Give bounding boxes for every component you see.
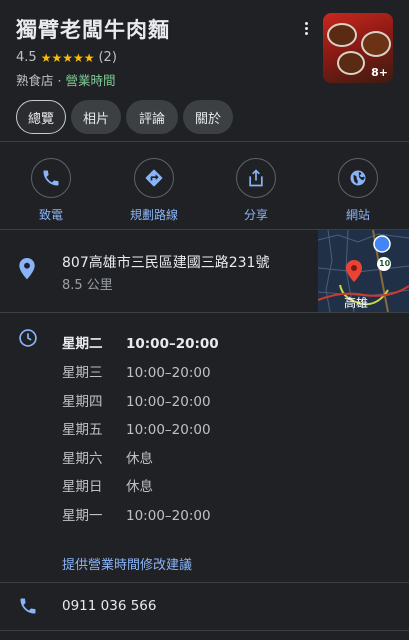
divider <box>0 141 409 142</box>
hours-time: 10:00–20:00 <box>126 336 219 352</box>
hours-row-mon: 星期一 10:00–20:00 <box>62 504 211 524</box>
place-photo-thumbnail[interactable]: 8+ <box>323 13 393 83</box>
share-label: 分享 <box>243 208 268 222</box>
hours-time: 10:00–20:00 <box>126 394 211 410</box>
phone-icon <box>18 596 38 620</box>
hours-time: 休息 <box>126 479 153 495</box>
hours-day: 星期六 <box>62 451 103 467</box>
hours-time: 休息 <box>126 451 153 467</box>
directions-icon <box>134 158 174 198</box>
phone-icon <box>31 158 71 198</box>
hours-row-fri: 星期五 10:00–20:00 <box>62 418 211 438</box>
hours-day: 星期三 <box>62 365 103 381</box>
hours-row-sat: 星期六 休息 <box>62 447 153 467</box>
category-separator: · <box>53 73 66 88</box>
clock-icon <box>18 328 38 352</box>
tab-about[interactable]: 關於 <box>183 100 233 134</box>
divider <box>0 312 409 313</box>
globe-icon <box>338 158 378 198</box>
address-section[interactable]: 807高雄市三民區建國三路231號 8.5 公里 10 高雄 <box>0 230 409 312</box>
hours-day: 星期二 <box>62 336 103 352</box>
call-button[interactable]: 致電 <box>11 158 91 223</box>
share-button[interactable]: 分享 <box>216 158 296 223</box>
website-button[interactable]: 網站 <box>318 158 398 223</box>
map-city-label: 高雄 <box>344 296 369 310</box>
hours-row-sun: 星期日 休息 <box>62 475 153 495</box>
more-options-icon[interactable] <box>298 22 314 42</box>
hours-day: 星期日 <box>62 479 103 495</box>
address-line: 807高雄市三民區建國三路231號 <box>62 255 270 271</box>
rating-row[interactable]: 4.5 ★★★★★ (2) <box>16 50 117 65</box>
share-icon <box>236 158 276 198</box>
tab-overview[interactable]: 總覽 <box>16 100 66 134</box>
phone-number: 0911 036 566 <box>62 598 157 614</box>
tab-photos[interactable]: 相片 <box>71 100 121 134</box>
hours-day: 星期四 <box>62 394 103 410</box>
place-header: 獨臂老闆牛肉麵 4.5 ★★★★★ (2) 熟食店 · 營業時間 8+ <box>0 0 409 92</box>
divider <box>0 582 409 583</box>
location-pin-icon <box>18 258 36 284</box>
directions-button[interactable]: 規劃路線 <box>114 158 194 223</box>
hours-row-thu: 星期四 10:00–20:00 <box>62 390 211 410</box>
phone-section[interactable]: 0911 036 566 <box>0 584 409 630</box>
tab-bar: 總覽 相片 評論 關於 <box>16 100 238 134</box>
map-thumbnail[interactable]: 10 高雄 <box>318 230 409 312</box>
hours-status[interactable]: 營業時間 <box>65 73 115 88</box>
hours-time: 10:00–20:00 <box>126 422 211 438</box>
hours-time: 10:00–20:00 <box>126 508 211 524</box>
category-row: 熟食店 · 營業時間 <box>16 70 115 89</box>
call-label: 致電 <box>38 208 63 222</box>
hours-day: 星期一 <box>62 508 103 524</box>
distance-label: 8.5 公里 <box>62 278 113 293</box>
action-row: 致電 規劃路線 分享 網站 <box>0 150 409 230</box>
directions-label: 規劃路線 <box>129 208 178 222</box>
hours-day: 星期五 <box>62 422 103 438</box>
category-label: 熟食店 <box>16 73 54 88</box>
rating-stars-icon: ★★★★★ <box>40 50 95 65</box>
hours-row-wed: 星期三 10:00–20:00 <box>62 361 211 381</box>
rating-value: 4.5 <box>16 50 37 65</box>
website-label: 網站 <box>345 208 370 222</box>
hours-time: 10:00–20:00 <box>126 365 211 381</box>
suggest-hours-link[interactable]: 提供營業時間修改建議 <box>62 554 192 573</box>
divider <box>0 630 409 631</box>
review-count: (2) <box>98 50 117 65</box>
place-title: 獨臂老闆牛肉麵 <box>16 18 170 42</box>
hours-row-tue: 星期二 10:00–20:00 <box>62 332 219 352</box>
photo-count: 8+ <box>371 66 388 79</box>
tab-reviews[interactable]: 評論 <box>126 100 178 134</box>
map-badge: 10 <box>379 259 391 268</box>
